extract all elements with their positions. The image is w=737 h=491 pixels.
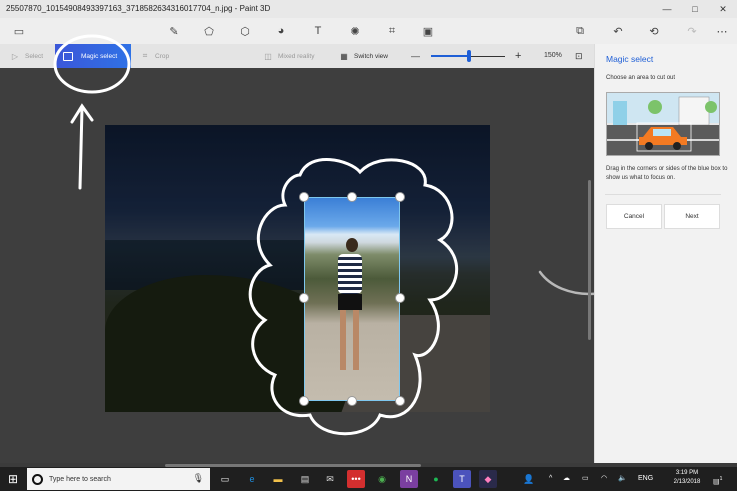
action-center-icon[interactable]: ▤1 — [713, 467, 722, 491]
annotation-cloud — [248, 158, 459, 436]
taskbar-clock[interactable]: 3:19 PM 2/13/2018 — [666, 469, 708, 487]
example-thumbnail — [606, 92, 720, 156]
battery-icon[interactable]: ▭ — [582, 467, 589, 491]
file-explorer-icon[interactable]: ▬ — [269, 470, 287, 488]
search-placeholder: Type here to search — [49, 475, 111, 483]
panel-help-text: Drag in the corners or sides of the blue… — [606, 166, 728, 181]
magic-select-panel: Magic select Choose an area to cut out D… — [594, 44, 737, 463]
onenote-icon[interactable]: N — [400, 470, 418, 488]
show-hidden-icons[interactable]: ^ — [549, 467, 552, 491]
notification-count: 1 — [719, 476, 723, 482]
taskbar-search[interactable]: Type here to search 🎙 — [27, 468, 210, 490]
spotify-icon[interactable]: ● — [427, 470, 445, 488]
cortana-icon — [32, 473, 43, 485]
onedrive-icon[interactable]: ☁ — [563, 467, 570, 491]
annotation-circle — [53, 34, 131, 94]
panel-subtitle: Choose an area to cut out — [606, 75, 676, 81]
next-button[interactable]: Next — [664, 204, 720, 229]
volume-icon[interactable]: 🔈 — [618, 467, 627, 491]
paint3d-taskbar-icon[interactable]: ◆ — [479, 470, 497, 488]
car-illustration-icon — [607, 93, 719, 155]
annotation-arrow-up — [70, 103, 94, 190]
task-view-icon[interactable]: ▭ — [216, 470, 234, 488]
paint3d-window: 25507870_10154908493397163_3718582634316… — [0, 0, 737, 491]
keyboard-language[interactable]: ENG — [638, 467, 653, 491]
panel-divider — [605, 194, 721, 195]
vertical-scrollbar[interactable] — [588, 180, 591, 340]
windows-start-icon[interactable]: ⊞ — [8, 472, 22, 486]
cancel-button[interactable]: Cancel — [606, 204, 662, 229]
wifi-icon[interactable]: ◠ — [601, 467, 607, 491]
panel-title: Magic select — [606, 54, 654, 64]
edge-icon[interactable]: e — [243, 470, 261, 488]
taskbar: ⊞ Type here to search 🎙 ▭ e ▬ ▤ ✉ ••• ◉ … — [0, 467, 737, 491]
clock-date: 2/13/2018 — [673, 479, 701, 485]
people-icon[interactable]: 👤 — [523, 467, 534, 491]
chrome-icon[interactable]: ◉ — [373, 470, 391, 488]
mail-icon[interactable]: ✉ — [321, 470, 339, 488]
store-icon[interactable]: ▤ — [296, 470, 314, 488]
clock-time: 3:19 PM — [675, 470, 699, 476]
app-red-icon[interactable]: ••• — [347, 470, 365, 488]
microphone-icon[interactable]: 🎙 — [193, 473, 204, 484]
teams-icon[interactable]: T — [453, 470, 471, 488]
